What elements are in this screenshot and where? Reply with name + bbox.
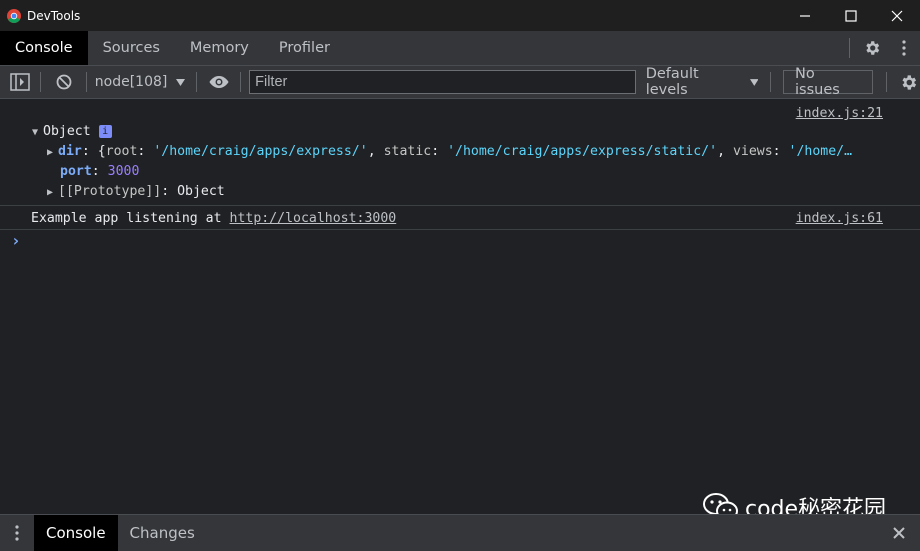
tab-profiler[interactable]: Profiler <box>264 31 345 65</box>
console-toolbar: node[108] Default levels No issues <box>0 66 920 99</box>
property-key: static <box>383 144 432 159</box>
window-titlebar: DevTools <box>0 0 920 31</box>
settings-button[interactable] <box>860 36 884 60</box>
string-value: '/home/craig/apps/express/' <box>153 144 368 159</box>
triangle-collapsed-icon: ▶ <box>47 187 54 198</box>
property-key: port <box>60 164 92 179</box>
live-expression-button[interactable] <box>206 70 231 94</box>
source-link[interactable]: index.js:61 <box>796 211 883 226</box>
maximize-icon <box>845 9 857 22</box>
triangle-expanded-icon: ▼ <box>32 127 39 138</box>
number-value: 3000 <box>107 164 140 179</box>
close-drawer-button[interactable] <box>888 515 910 551</box>
toggle-sidebar-button[interactable] <box>9 70 32 94</box>
window-title: DevTools <box>27 8 81 23</box>
divider <box>240 72 242 92</box>
sidebar-toggle-icon <box>10 73 31 91</box>
log-message: Example app listening at http://localhos… <box>31 211 396 226</box>
log-levels-label: Default levels <box>645 66 699 98</box>
kebab-menu-icon <box>902 40 906 56</box>
object-entry-header[interactable]: ▼ Object i <box>32 124 112 139</box>
close-window-button[interactable] <box>874 0 920 31</box>
prompt-icon[interactable]: › <box>11 231 21 250</box>
string-value: '/home/… <box>788 144 853 159</box>
property-key: root <box>105 144 138 159</box>
gear-icon <box>902 74 917 90</box>
tab-memory[interactable]: Memory <box>175 31 264 65</box>
property-key: [[Prototype]] <box>58 184 162 199</box>
divider <box>39 72 41 92</box>
minimize-icon <box>800 14 810 17</box>
issues-button[interactable]: No issues <box>783 66 874 98</box>
drawer-tab-console[interactable]: Console <box>34 515 118 551</box>
close-icon <box>893 527 905 539</box>
more-options-button[interactable] <box>894 36 914 60</box>
context-label: node[108] <box>94 74 168 90</box>
filter-input[interactable] <box>249 70 636 94</box>
console-output: index.js:21 ▼ Object i ▶ dir: {root: '/home… <box>0 99 920 513</box>
drawer-menu-button[interactable] <box>0 515 34 551</box>
property-key: views <box>732 144 773 159</box>
minimize-button[interactable] <box>782 0 828 31</box>
property-prototype[interactable]: ▶ [[Prototype]]: Object <box>47 184 225 199</box>
object-label: Object <box>43 124 91 139</box>
divider <box>849 38 850 58</box>
string-value: '/home/craig/apps/express/static/' <box>447 144 718 159</box>
divider <box>0 229 920 230</box>
chrome-logo-icon <box>7 8 21 23</box>
tab-sources[interactable]: Sources <box>88 31 175 65</box>
clear-console-button[interactable] <box>53 70 76 94</box>
context-selector[interactable]: node[108] <box>87 74 194 90</box>
property-dir[interactable]: ▶ dir: {root: '/home/craig/apps/express/'… <box>47 144 885 159</box>
console-settings-button[interactable] <box>897 70 920 94</box>
object-preview-open: : { <box>81 144 106 159</box>
source-link[interactable]: index.js:21 <box>796 106 883 121</box>
maximize-button[interactable] <box>828 0 874 31</box>
property-key: dir <box>58 144 82 159</box>
url-link[interactable]: http://localhost:3000 <box>230 211 397 226</box>
property-port: port: 3000 <box>60 164 140 179</box>
kebab-menu-icon <box>15 525 19 541</box>
close-icon <box>891 10 903 21</box>
drawer-tab-changes[interactable]: Changes <box>118 515 207 551</box>
log-levels-dropdown[interactable]: Default levels <box>645 66 759 98</box>
dropdown-arrow-icon <box>749 78 759 86</box>
tab-console[interactable]: Console <box>0 31 88 65</box>
dropdown-arrow-icon <box>176 78 186 86</box>
block-icon <box>56 74 72 90</box>
prototype-value: Object <box>177 184 225 199</box>
log-text: Example app listening at <box>31 211 230 226</box>
eye-icon <box>209 76 229 88</box>
divider <box>0 205 920 206</box>
divider <box>770 72 772 92</box>
gear-icon <box>866 41 880 55</box>
drawer-tabbar: Console Changes <box>0 514 920 551</box>
info-icon[interactable]: i <box>98 125 112 138</box>
triangle-collapsed-icon: ▶ <box>47 147 54 158</box>
panel-tabbar: Console Sources Memory Profiler <box>0 31 920 66</box>
divider <box>886 72 888 92</box>
divider <box>196 72 198 92</box>
